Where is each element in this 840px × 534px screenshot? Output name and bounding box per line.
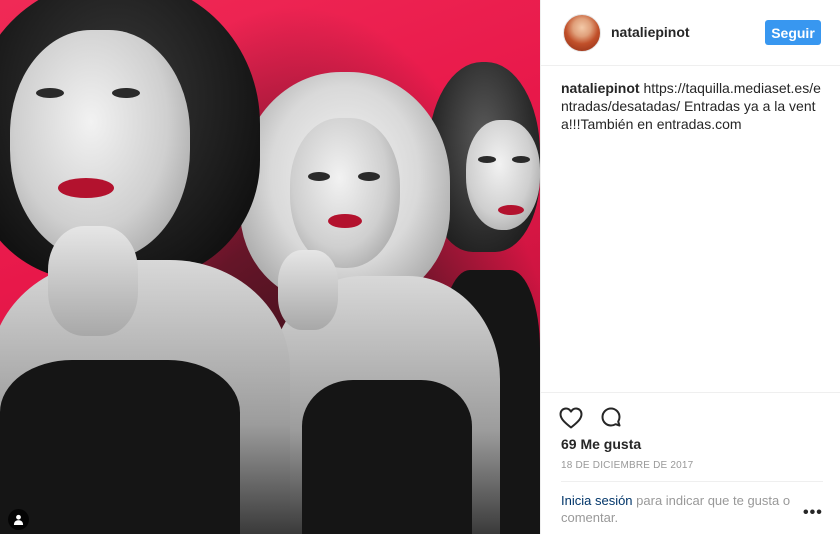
follow-button[interactable]: Seguir	[765, 20, 821, 45]
likes-count[interactable]: 69 Me gusta	[561, 436, 641, 452]
post-caption: nataliepinot https://taquilla.mediaset.e…	[561, 79, 823, 133]
post-photo[interactable]	[0, 0, 540, 534]
header-username[interactable]: nataliepinot	[611, 24, 690, 40]
comment-icon	[601, 407, 621, 427]
avatar[interactable]	[563, 14, 601, 52]
user-icon	[13, 514, 24, 525]
post-side-panel: nataliepinot Seguir nataliepinot https:/…	[540, 0, 840, 534]
post-date[interactable]: 18 DE DICIEMBRE DE 2017	[561, 460, 693, 471]
post-actions	[557, 404, 625, 432]
tagged-user-icon[interactable]	[8, 509, 29, 530]
caption-username[interactable]: nataliepinot	[561, 80, 640, 96]
comment-button[interactable]	[597, 404, 625, 432]
login-link[interactable]: Inicia sesión	[561, 493, 633, 508]
more-options-icon[interactable]: •••	[803, 504, 823, 522]
actions-divider	[541, 392, 840, 393]
login-divider	[561, 481, 823, 482]
like-button[interactable]	[557, 404, 585, 432]
login-prompt: Inicia sesión para indicar que te gusta …	[561, 492, 801, 526]
heart-icon	[559, 407, 583, 429]
post-header: nataliepinot Seguir	[541, 0, 840, 66]
